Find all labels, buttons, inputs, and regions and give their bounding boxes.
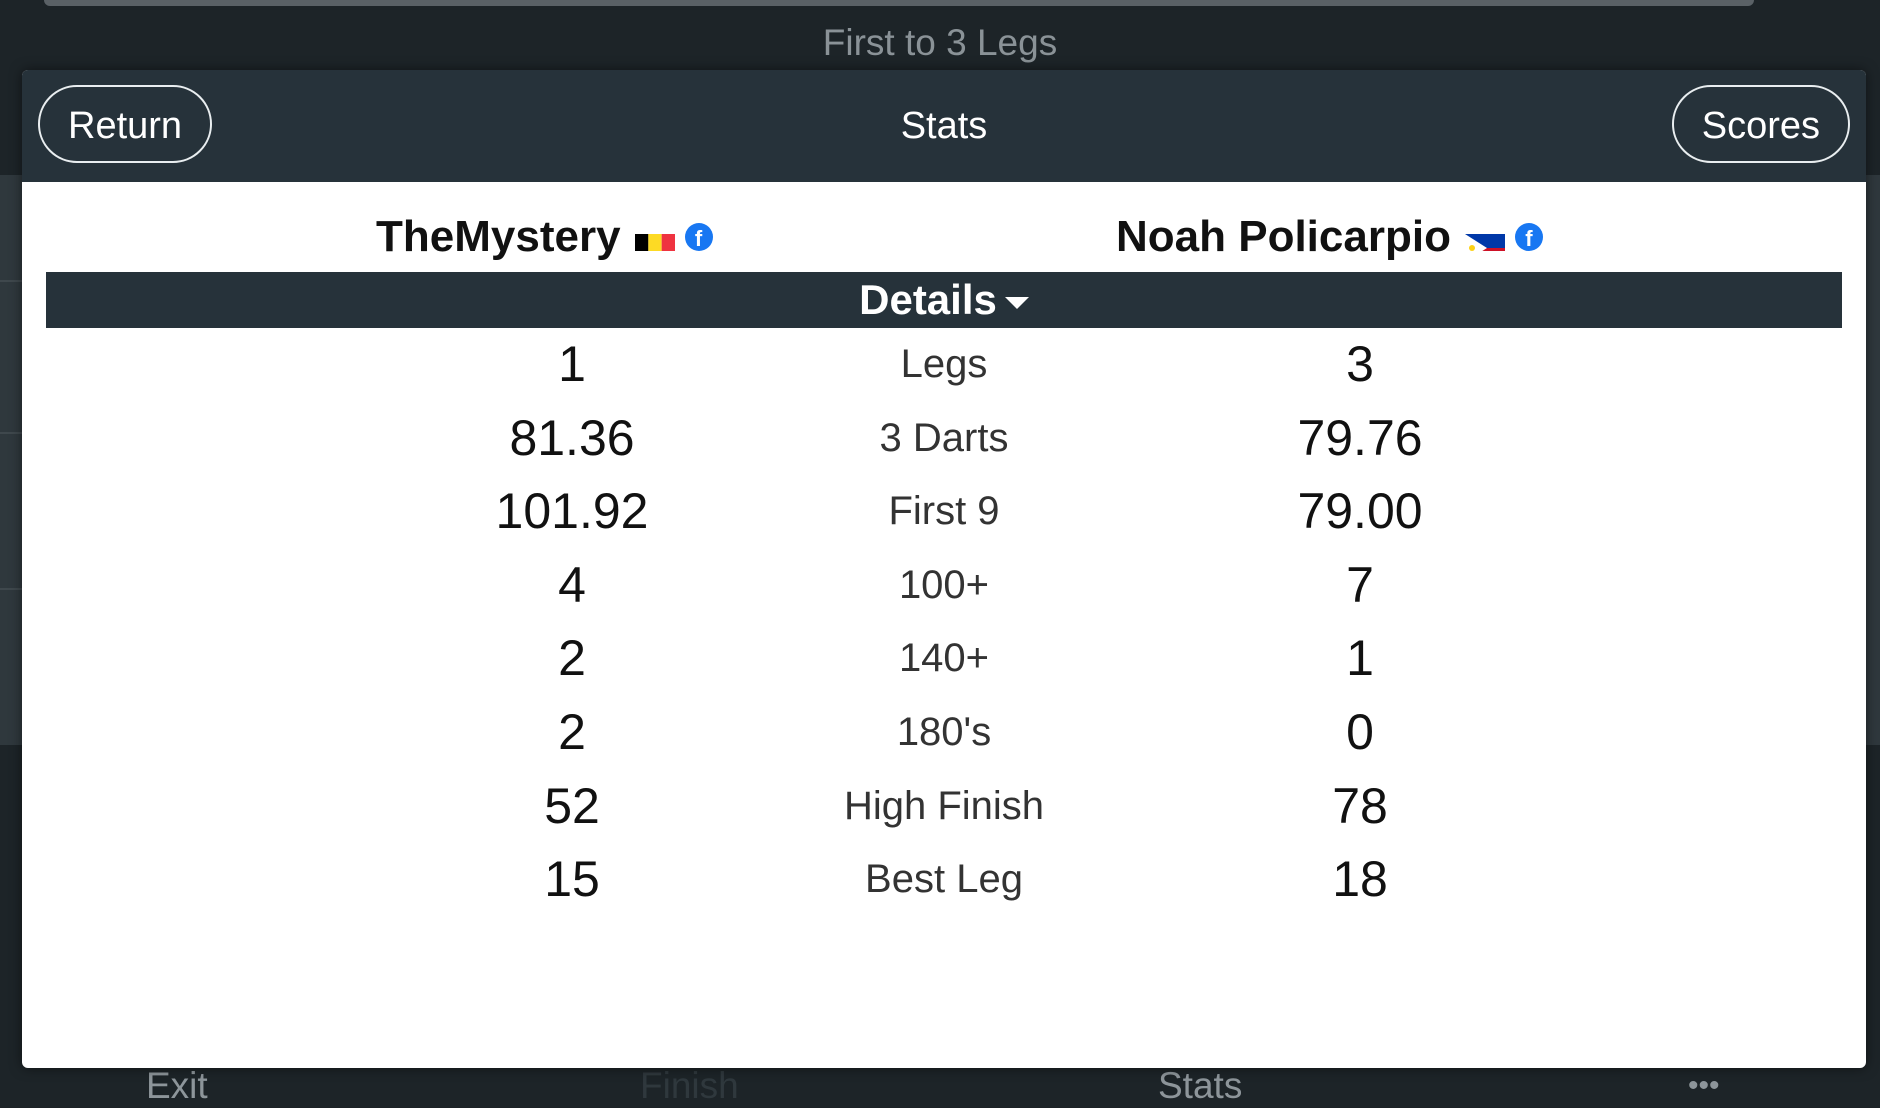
player-2-value: 0 bbox=[1346, 703, 1374, 760]
stat-label: 140+ bbox=[898, 636, 990, 681]
player-2: Noah Policarpio f bbox=[1116, 202, 1543, 272]
nav-stats[interactable]: Stats bbox=[1158, 1064, 1242, 1108]
stat-row-first-9: 101.92 First 9 79.00 bbox=[22, 475, 1866, 549]
facebook-icon[interactable]: f bbox=[1514, 223, 1543, 251]
facebook-icon[interactable]: f bbox=[684, 223, 713, 251]
player-2-value: 1 bbox=[1346, 630, 1374, 687]
stats-modal: Stats Return Scores TheMystery f Noah Po… bbox=[22, 70, 1866, 1068]
stat-label: Best Leg bbox=[865, 857, 1023, 902]
return-button[interactable]: Return bbox=[38, 85, 213, 163]
stat-row-legs: 1 Legs 3 bbox=[22, 328, 1866, 402]
stat-label: Legs bbox=[900, 342, 988, 386]
player-1-value: 2 bbox=[558, 630, 586, 687]
player-2-value: 79.76 bbox=[1297, 409, 1423, 466]
player-1-value: 1 bbox=[558, 336, 586, 392]
top-scroll-bar bbox=[44, 0, 1754, 6]
player-1-value: 4 bbox=[558, 556, 586, 613]
player-1-value: 52 bbox=[544, 777, 600, 834]
player-1-name: TheMystery bbox=[376, 212, 621, 261]
player-2-value: 78 bbox=[1332, 777, 1388, 834]
stat-label: High Finish bbox=[843, 783, 1045, 828]
stat-row-180s: 2 180's 0 bbox=[22, 696, 1866, 770]
nav-exit[interactable]: Exit bbox=[146, 1064, 208, 1108]
stat-row-100-plus: 4 100+ 7 bbox=[22, 549, 1866, 623]
stat-row-3-darts: 81.36 3 Darts 79.76 bbox=[22, 402, 1866, 476]
nav-finish[interactable]: Finish bbox=[640, 1064, 739, 1108]
stat-row-140-plus: 2 140+ 1 bbox=[22, 622, 1866, 696]
player-2-value: 79.00 bbox=[1297, 483, 1423, 540]
modal-title: Stats bbox=[900, 105, 988, 147]
player-1-value: 81.36 bbox=[509, 409, 635, 466]
scores-button[interactable]: Scores bbox=[1671, 85, 1850, 163]
stat-label: 180's bbox=[896, 709, 992, 754]
caret-down-icon bbox=[1004, 296, 1029, 309]
player-1-value: 101.92 bbox=[495, 483, 649, 540]
details-toggle[interactable]: Details bbox=[46, 272, 1842, 328]
details-label: Details bbox=[859, 276, 997, 323]
stats-table: 1 Legs 3 81.36 3 Darts 79.76 101.92 Firs… bbox=[22, 328, 1866, 917]
player-2-value: 7 bbox=[1346, 556, 1374, 613]
players-row: TheMystery f Noah Policarpio f bbox=[22, 202, 1866, 272]
stat-label: 3 Darts bbox=[879, 415, 1009, 460]
belgium-flag-icon bbox=[634, 223, 675, 251]
modal-header: Stats Return Scores bbox=[22, 70, 1866, 182]
stat-row-best-leg: 15 Best Leg 18 bbox=[22, 843, 1866, 917]
player-1-value: 2 bbox=[558, 703, 586, 760]
player-2-value: 3 bbox=[1346, 336, 1374, 392]
player-1: TheMystery f bbox=[376, 202, 713, 272]
stat-label: First 9 bbox=[888, 489, 1000, 534]
player-2-value: 18 bbox=[1332, 851, 1388, 908]
philippines-flag-icon bbox=[1464, 223, 1505, 251]
player-2-name: Noah Policarpio bbox=[1116, 212, 1451, 261]
stat-row-high-finish: 52 High Finish 78 bbox=[22, 770, 1866, 844]
nav-more[interactable]: ••• bbox=[1688, 1064, 1720, 1108]
match-format-subtitle: First to 3 Legs bbox=[822, 22, 1058, 63]
stat-label: 100+ bbox=[898, 562, 990, 607]
player-1-value: 15 bbox=[544, 851, 600, 908]
